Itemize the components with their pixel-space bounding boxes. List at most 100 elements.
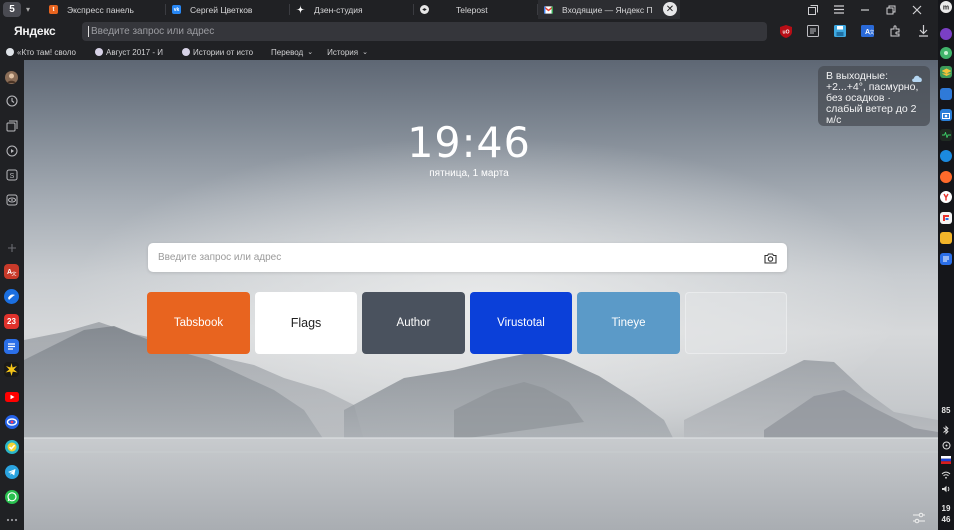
translate-app-icon[interactable]: A文 [4, 264, 19, 279]
avatar[interactable] [4, 70, 19, 85]
clock-date: пятница, 1 марта [429, 168, 509, 179]
yandex-browser-app-icon[interactable] [940, 191, 952, 203]
system-taskbar: m 85 19 46 [938, 0, 954, 530]
tab-title: Экспресс панель [67, 4, 134, 15]
notes-app-icon[interactable] [940, 253, 952, 265]
wifi-icon[interactable] [940, 469, 952, 481]
collections-icon[interactable] [4, 118, 19, 133]
tab-express-panel[interactable]: t Экспресс панель [43, 0, 166, 19]
bookmark-item[interactable]: Август 2017 - И [95, 48, 173, 57]
layers-app-icon[interactable] [940, 66, 952, 78]
calendar-app-label: 23 [7, 317, 16, 326]
clock-time: 19:46 [407, 118, 531, 167]
camera-app-icon[interactable] [940, 109, 952, 121]
cloud-icon [911, 74, 923, 85]
files-app-icon[interactable] [940, 232, 952, 244]
taskbar-clock-hour: 19 [941, 504, 951, 513]
blue-app-icon[interactable] [4, 289, 19, 304]
reader-icon[interactable] [806, 24, 820, 38]
launcher-icon[interactable]: m [940, 1, 952, 13]
menu-icon[interactable] [826, 0, 852, 19]
check-app-icon[interactable] [4, 439, 19, 454]
chevron-down-icon[interactable]: ▾ [21, 5, 35, 14]
vk-icon: vk [172, 5, 181, 14]
close-tab-icon[interactable]: ✕ [663, 2, 677, 16]
tile-label: Virustotal [497, 317, 545, 329]
keyboard-layout-icon[interactable] [940, 454, 952, 466]
translate-icon[interactable]: A文 [860, 24, 874, 38]
tile-author[interactable]: Author [362, 292, 465, 354]
tile-tabsbook[interactable]: Tabsbook [147, 292, 250, 354]
omnibox[interactable] [82, 22, 767, 41]
ublock-icon[interactable]: uO [779, 24, 793, 38]
vpn-icon[interactable] [940, 439, 952, 451]
burst-app-icon[interactable] [4, 362, 19, 377]
s-icon[interactable]: S [4, 167, 19, 182]
history-icon[interactable] [4, 93, 19, 108]
telegram-app-icon[interactable] [4, 464, 19, 479]
extensions-icon[interactable] [888, 24, 902, 38]
tab-dzen[interactable]: Дзен-студия [290, 0, 414, 19]
bluetooth-icon[interactable] [940, 424, 952, 436]
volume-icon[interactable] [940, 483, 952, 495]
tab-title: Дзен-студия [314, 4, 363, 15]
eye-icon[interactable] [4, 192, 19, 207]
battery-level: 85 [941, 406, 951, 415]
bookmark-folder-history[interactable]: История ⌄ [327, 48, 368, 57]
chevron-down-icon: ⌄ [307, 49, 314, 56]
tile-label: Author [396, 317, 431, 329]
tab-title: Сергей Цветков [190, 4, 253, 15]
whatsapp-app-icon[interactable] [4, 489, 19, 504]
tabsbook-icon: t [49, 5, 58, 14]
tab-telepost[interactable]: Telepost [414, 0, 538, 19]
bookmark-item[interactable]: «Кто там! своло [6, 48, 86, 57]
edge-app-icon[interactable] [940, 150, 952, 162]
add-icon[interactable] [4, 240, 19, 255]
docs-app-icon[interactable] [4, 339, 19, 354]
tile-tineye[interactable]: Tineye [577, 292, 680, 354]
bookmark-item[interactable]: Истории от исто [182, 48, 262, 57]
svg-text:文: 文 [869, 29, 874, 36]
yandex-logo[interactable]: Яндекс [14, 24, 56, 38]
download-icon[interactable] [916, 24, 930, 38]
dzen-icon [296, 5, 305, 14]
bookmark-folder-translate[interactable]: Перевод ⌄ [271, 48, 313, 57]
firefox-app-icon[interactable] [940, 171, 952, 183]
left-sidebar: S A文 23 [0, 60, 24, 530]
tile-virustotal[interactable]: Virustotal [470, 292, 572, 354]
purple-app-icon[interactable] [940, 28, 952, 40]
camera-search-icon[interactable] [764, 251, 777, 269]
youtube-app-icon[interactable] [4, 389, 19, 404]
weather-widget[interactable]: В выходные: +2...+4°, пасмурно, без осад… [818, 66, 930, 126]
tab-yandex-mail[interactable]: Входящие — Яндекс П ✕ [538, 0, 680, 19]
svg-text:S: S [9, 172, 14, 179]
folder-app-icon[interactable] [940, 88, 952, 100]
save-icon[interactable] [833, 24, 847, 38]
omnibox-input[interactable] [91, 22, 751, 41]
bookmark-folder-label: Перевод [271, 47, 304, 57]
taskbar-clock-minute: 46 [941, 515, 951, 524]
monitor-app-icon[interactable] [940, 129, 952, 141]
tab-title: Входящие — Яндекс П [562, 4, 653, 15]
green-app-icon[interactable] [940, 47, 952, 59]
restore-icon[interactable] [878, 0, 904, 19]
tabs-overview-icon[interactable] [800, 0, 826, 19]
bookmark-label: Август 2017 - И [106, 47, 163, 57]
customize-settings-icon[interactable] [912, 511, 926, 525]
svg-text:文: 文 [12, 271, 17, 278]
calendar-app-icon[interactable]: 23 [4, 314, 19, 329]
more-icon[interactable] [4, 512, 19, 527]
search-input[interactable] [158, 243, 748, 272]
search-box[interactable] [148, 243, 787, 272]
tab-vk[interactable]: vk Сергей Цветков [166, 0, 290, 19]
tile-empty[interactable] [685, 292, 787, 354]
telepost-icon [420, 5, 429, 14]
workspace-button[interactable]: 5 [3, 2, 21, 17]
minimize-icon[interactable] [852, 0, 878, 19]
mail-app-icon[interactable] [4, 414, 19, 429]
bookmark-favicon-icon [182, 48, 190, 56]
close-window-icon[interactable] [904, 0, 930, 19]
media-icon[interactable] [4, 143, 19, 158]
tile-flags[interactable]: Flags [255, 292, 357, 354]
flag-app-icon[interactable] [940, 212, 952, 224]
